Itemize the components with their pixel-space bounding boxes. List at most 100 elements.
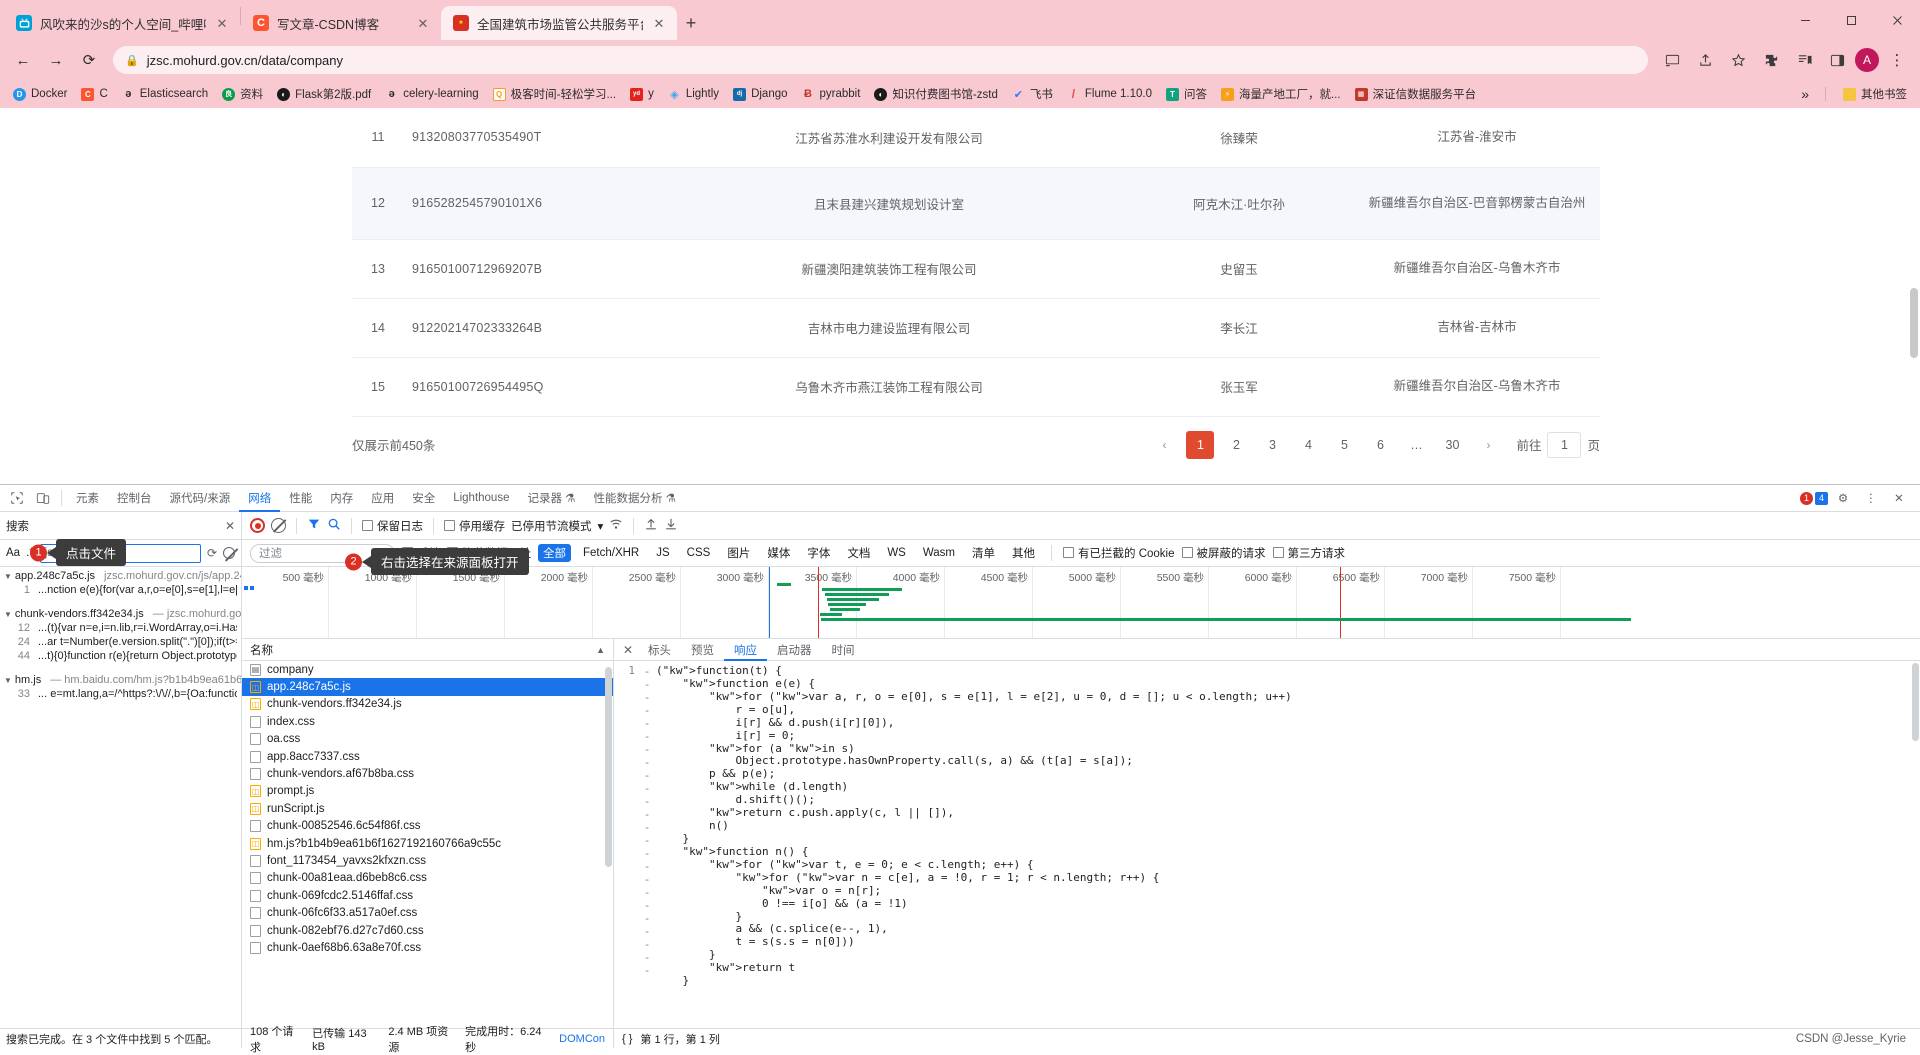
tab-close-icon[interactable]: ✕	[214, 15, 230, 31]
search-result-file[interactable]: ▼ hm.js — hm.baidu.com/hm.js?b1b4b9ea61b…	[0, 673, 241, 687]
pagination-page-6[interactable]: 6	[1366, 431, 1394, 459]
tab-response[interactable]: 响应	[724, 639, 767, 661]
chevron-down-icon[interactable]: ▼	[4, 676, 12, 685]
filter-type-img[interactable]: 图片	[722, 544, 755, 562]
request-row[interactable]: chunk-vendors.af67b8ba.css	[242, 765, 613, 782]
jump-page-input[interactable]: 1	[1547, 431, 1582, 458]
tab-performance-insights[interactable]: 性能数据分析 ⚗	[585, 485, 686, 512]
pagination-ellipsis[interactable]: …	[1402, 431, 1430, 459]
bookmark-item[interactable]: ◈ Lightly	[661, 85, 726, 104]
row-company-name[interactable]: 江苏省苏淮水利建设开发有限公司	[654, 108, 1124, 168]
refresh-icon[interactable]: ⟳	[207, 546, 217, 560]
tab-sources[interactable]: 源代码/来源	[161, 485, 240, 512]
request-row[interactable]: ◫ hm.js?b1b4b9ea61b6f1627192160766a9c55c	[242, 835, 613, 852]
tab-security[interactable]: 安全	[403, 485, 444, 512]
search-result-line[interactable]: 1 ...nction e(e){for(var a,r,o=e[0],s=e[…	[0, 583, 241, 597]
pagination-page-30[interactable]: 30	[1438, 431, 1466, 459]
code-fold-column[interactable]: - - - - - - - - - - - - - - - - - - - - …	[640, 661, 654, 1028]
device-toolbar-icon[interactable]	[30, 486, 56, 510]
bookmark-item[interactable]: ә celery-learning	[378, 85, 485, 104]
bookmark-item[interactable]: ▦ 深证信数据服务平台	[1348, 83, 1484, 105]
clear-icon[interactable]	[271, 518, 286, 533]
bookmark-item[interactable]: ⚡ 海量产地工厂，就...	[1214, 83, 1348, 105]
row-company-name[interactable]: 吉林市电力建设监理有限公司	[654, 298, 1124, 358]
tab-timing[interactable]: 时间	[822, 639, 865, 661]
new-tab-button[interactable]: +	[677, 9, 705, 37]
bookmark-item[interactable]: ә Elasticsearch	[115, 85, 215, 104]
bookmarks-overflow-button[interactable]: »	[1795, 86, 1815, 102]
table-row[interactable]: 12 9165282545790101X6 且末县建兴建筑规划设计室 阿克木江·…	[352, 167, 1600, 240]
request-row[interactable]: index.css	[242, 713, 613, 730]
page-scrollbar[interactable]	[1907, 108, 1920, 484]
filter-icon[interactable]	[307, 517, 321, 534]
search-result-line[interactable]: 24 ...ar t=Number(e.version.split(".")[0…	[0, 635, 241, 649]
filter-type-manifest[interactable]: 清单	[967, 544, 1000, 562]
request-row[interactable]: chunk-0aef68b6.63a8e70f.css	[242, 939, 613, 956]
tab-headers[interactable]: 标头	[638, 639, 681, 661]
search-result-line[interactable]: 44 ...t){0}function r(e){return Object.p…	[0, 649, 241, 663]
chevron-down-icon[interactable]: ▾	[598, 519, 604, 533]
pagination-page-5[interactable]: 5	[1330, 431, 1358, 459]
filter-type-css[interactable]: CSS	[682, 546, 716, 560]
bookmark-item[interactable]: D Docker	[6, 85, 74, 104]
side-panel-icon[interactable]	[1822, 45, 1852, 75]
request-row[interactable]: ▤ company	[242, 661, 613, 678]
extensions-icon[interactable]	[1756, 45, 1786, 75]
filter-type-ws[interactable]: WS	[882, 546, 911, 560]
bookmark-item[interactable]: / Flume 1.10.0	[1060, 85, 1159, 104]
address-bar[interactable]: 🔒 jzsc.mohurd.gov.cn/data/company	[113, 46, 1648, 74]
request-row[interactable]: ◫ app.248c7a5c.js	[242, 678, 613, 696]
tab-0[interactable]: 风吹来的沙s的个人空间_哔哩哔 ✕	[4, 6, 240, 40]
pagination-next[interactable]: ›	[1474, 431, 1502, 459]
filter-type-media[interactable]: 媒体	[762, 544, 795, 562]
profile-avatar[interactable]: A	[1855, 48, 1879, 72]
tab-console[interactable]: 控制台	[108, 485, 161, 512]
devtools-more-icon[interactable]: ⋮	[1858, 486, 1884, 510]
request-row[interactable]: oa.css	[242, 731, 613, 748]
back-icon[interactable]: ←	[8, 45, 38, 75]
blocked-requests-checkbox[interactable]: 被屏蔽的请求	[1181, 545, 1266, 561]
request-row[interactable]: ◫ prompt.js	[242, 783, 613, 800]
search-result-file[interactable]: ▼ app.248c7a5c.js jzsc.mohurd.gov.cn/js/…	[0, 569, 241, 583]
inspect-element-icon[interactable]	[4, 486, 30, 510]
request-row[interactable]: chunk-069fcdc2.5146ffaf.css	[242, 887, 613, 904]
sort-ascending-icon[interactable]: ▲	[596, 645, 605, 655]
other-bookmarks-button[interactable]: 其他书签	[1836, 83, 1914, 105]
tab-initiator[interactable]: 启动器	[767, 639, 822, 661]
error-count-badge[interactable]: 1	[1800, 491, 1813, 505]
request-row[interactable]: app.8acc7337.css	[242, 748, 613, 765]
filter-type-fetch-xhr[interactable]: Fetch/XHR	[578, 546, 644, 560]
bookmark-item[interactable]: T 问答	[1159, 83, 1214, 105]
reading-list-icon[interactable]	[1789, 45, 1819, 75]
requests-table-header[interactable]: 名称 ▲	[242, 639, 613, 661]
filter-type-font[interactable]: 字体	[802, 544, 835, 562]
tab-recorder[interactable]: 记录器 ⚗	[518, 485, 584, 512]
bookmark-item[interactable]: 良资料	[215, 83, 270, 105]
response-code-viewer[interactable]: 1 - - - - - - - - - - - - - - - - - - - …	[614, 661, 1920, 1028]
table-row[interactable]: 15 91650100726954495Q 乌鲁木齐市燕江装饰工程有限公司 张玉…	[352, 357, 1600, 417]
disable-cache-checkbox[interactable]: 停用缓存	[444, 518, 505, 534]
browser-menu-icon[interactable]: ⋮	[1882, 45, 1912, 75]
request-row[interactable]: font_1173454_yavxs2kfxzn.css	[242, 852, 613, 869]
minimize-icon[interactable]	[1782, 0, 1828, 40]
tab-network[interactable]: 网络	[239, 485, 280, 512]
bookmark-item[interactable]: CC	[74, 85, 114, 104]
bookmark-item[interactable]: ✔ 飞书	[1005, 83, 1060, 105]
star-icon[interactable]	[1723, 45, 1753, 75]
clear-search-icon[interactable]	[223, 547, 235, 559]
pagination-page-2[interactable]: 2	[1222, 431, 1250, 459]
filter-type-js[interactable]: JS	[651, 546, 674, 560]
devtools-close-icon[interactable]: ✕	[1886, 486, 1912, 510]
pagination-page-4[interactable]: 4	[1294, 431, 1322, 459]
search-icon[interactable]	[327, 517, 341, 534]
share-icon[interactable]	[1690, 45, 1720, 75]
tab-preview[interactable]: 预览	[681, 639, 724, 661]
devtools-settings-icon[interactable]: ⚙	[1830, 486, 1856, 510]
record-icon[interactable]	[250, 518, 265, 533]
third-party-checkbox[interactable]: 第三方请求	[1272, 545, 1345, 561]
search-result-line[interactable]: 33 ... e=mt.lang,a=/^https?:\/\//,b={Oa:…	[0, 687, 241, 701]
bookmark-item[interactable]: Ƀpyrabbit	[795, 85, 868, 104]
table-row[interactable]: 13 91650100712969207B 新疆澳阳建筑装饰工程有限公司 史留玉…	[352, 239, 1600, 299]
bookmark-item[interactable]: Q 极客时间-轻松学习...	[486, 83, 623, 105]
chevron-down-icon[interactable]: ▼	[4, 610, 12, 619]
